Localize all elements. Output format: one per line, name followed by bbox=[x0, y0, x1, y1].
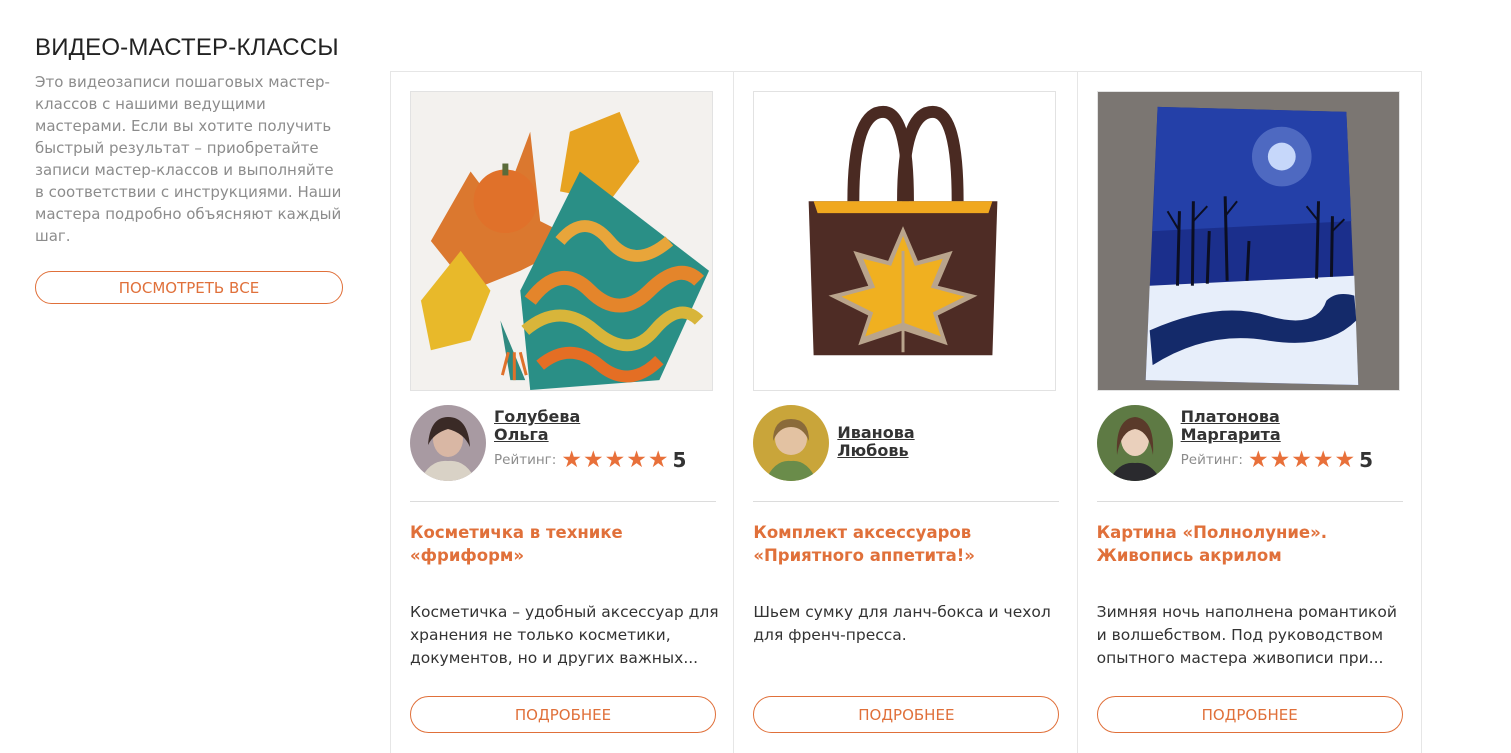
star-icon: ★ bbox=[1291, 446, 1312, 473]
star-icon: ★ bbox=[1247, 446, 1269, 473]
card-title-link[interactable]: Картина «Полнолуние». Живопись акрилом bbox=[1097, 521, 1403, 567]
card-description: Зимняя ночь наполнена романтикой и волше… bbox=[1096, 603, 1397, 667]
star-icon: ★ bbox=[1269, 446, 1291, 473]
divider bbox=[753, 501, 1060, 502]
star-icon: ★ bbox=[626, 446, 647, 473]
author-name-link[interactable]: Голубева Ольга bbox=[494, 408, 644, 444]
author-name-link[interactable]: Иванова Любовь bbox=[837, 424, 987, 460]
author-block: Голубева Ольга Рейтинг: ★ ★ ★ ★ ★ 5 bbox=[410, 405, 720, 483]
author-avatar[interactable] bbox=[410, 405, 486, 481]
author-name-line: Маргарита bbox=[1180, 425, 1281, 444]
author-rating: Рейтинг: ★ ★ ★ ★ ★ 5 bbox=[1181, 448, 1373, 472]
master-class-cards: Голубева Ольга Рейтинг: ★ ★ ★ ★ ★ 5 Косм… bbox=[390, 71, 1422, 753]
star-icon: ★ bbox=[582, 446, 604, 473]
rating-value: 5 bbox=[1359, 448, 1374, 472]
divider bbox=[1096, 501, 1403, 502]
section-description: Это видеозаписи пошаговых мастер-классов… bbox=[35, 73, 342, 245]
crochet-cosmetic-bag-image[interactable] bbox=[410, 91, 713, 391]
star-icon: ★ bbox=[1312, 446, 1334, 473]
author-name-line: Ольга bbox=[494, 425, 549, 444]
tote-bag-image[interactable] bbox=[753, 91, 1057, 391]
moon-painting-image[interactable] bbox=[1096, 91, 1400, 391]
card-title-link[interactable]: Комплект аксессуаров «Приятного аппетита… bbox=[753, 521, 1059, 567]
star-icon: ★ bbox=[1334, 446, 1356, 473]
master-class-card: Иванова Любовь Комплект аксессуаров «При… bbox=[734, 72, 1078, 753]
more-button[interactable]: ПОДРОБНЕЕ bbox=[753, 696, 1060, 733]
author-block: Платонова Маргарита Рейтинг: ★ ★ ★ ★ ★ 5 bbox=[1096, 405, 1407, 483]
master-class-card: Голубева Ольга Рейтинг: ★ ★ ★ ★ ★ 5 Косм… bbox=[391, 72, 735, 753]
more-button[interactable]: ПОДРОБНЕЕ bbox=[1096, 696, 1403, 733]
author-name-line: Голубева bbox=[494, 407, 581, 426]
card-title-link[interactable]: Косметичка в технике «фриформ» bbox=[410, 521, 716, 567]
intro-panel: ВИДЕО-МАСТЕР-КЛАССЫ Это видеозаписи поша… bbox=[35, 34, 355, 304]
author-avatar[interactable] bbox=[1096, 405, 1173, 481]
card-description: Косметичка – удобный аксессуар для хране… bbox=[410, 603, 719, 667]
master-class-card: Платонова Маргарита Рейтинг: ★ ★ ★ ★ ★ 5… bbox=[1078, 72, 1421, 753]
rating-value: 5 bbox=[672, 448, 687, 472]
star-icon: ★ bbox=[604, 446, 626, 473]
more-button[interactable]: ПОДРОБНЕЕ bbox=[410, 696, 716, 733]
author-name-line: Платонова bbox=[1180, 407, 1280, 426]
divider bbox=[410, 501, 716, 502]
author-avatar[interactable] bbox=[753, 405, 830, 481]
rating-label: Рейтинг: bbox=[1180, 452, 1243, 468]
view-all-button[interactable]: ПОСМОТРЕТЬ ВСЕ bbox=[35, 271, 343, 304]
author-name-line: Иванова bbox=[837, 423, 915, 442]
star-icon: ★ bbox=[561, 446, 582, 473]
section-title: ВИДЕО-МАСТЕР-КЛАССЫ bbox=[35, 34, 339, 61]
author-block: Иванова Любовь bbox=[753, 405, 1063, 483]
star-icon: ★ bbox=[647, 446, 669, 473]
author-rating: Рейтинг: ★ ★ ★ ★ ★ 5 bbox=[494, 448, 686, 472]
card-description: Шьем сумку для ланч-бокса и чехол для фр… bbox=[753, 603, 1051, 644]
rating-label: Рейтинг: bbox=[494, 452, 557, 468]
author-name-link[interactable]: Платонова Маргарита bbox=[1181, 408, 1331, 444]
author-name-line: Любовь bbox=[837, 441, 909, 460]
